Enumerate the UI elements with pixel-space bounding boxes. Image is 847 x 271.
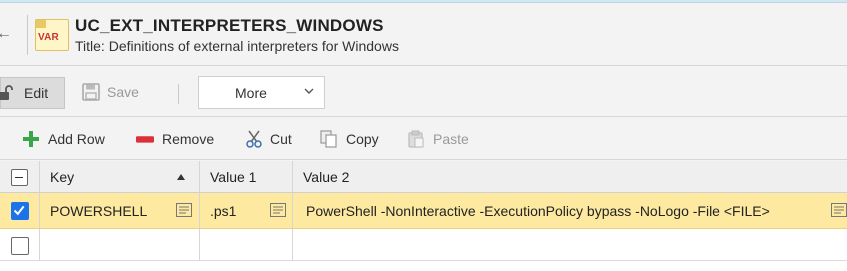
variable-table: Key Value 1 Value 2 POWERSHELL .ps1 Powe…: [0, 161, 847, 271]
table-row[interactable]: POWERSHELL .ps1 PowerShell -NonInteracti…: [0, 193, 847, 229]
cut-label: Cut: [270, 131, 292, 147]
save-button[interactable]: Save: [80, 77, 160, 109]
value1-cell[interactable]: [200, 229, 293, 260]
table-header-row: Key Value 1 Value 2: [0, 161, 847, 193]
row-select-cell: [0, 229, 40, 260]
sort-ascending-icon: [177, 174, 185, 180]
value2-cell[interactable]: [293, 229, 847, 260]
header-select-cell: [0, 161, 40, 192]
header-divider: [27, 15, 28, 55]
arrow-left-icon[interactable]: ←: [0, 25, 12, 43]
edit-button[interactable]: Edit: [0, 77, 65, 109]
text-editor-icon[interactable]: [176, 203, 192, 217]
row-toolbar: Add Row Remove Cut Copy Paste: [0, 118, 847, 160]
row-checkbox[interactable]: [11, 202, 29, 220]
checkmark-icon: [13, 205, 25, 216]
remove-label: Remove: [162, 131, 215, 147]
variable-icon-label: VAR: [38, 32, 59, 43]
key-cell[interactable]: [40, 229, 200, 260]
save-label: Save: [107, 84, 139, 100]
add-row-label: Add Row: [48, 131, 105, 147]
paste-label: Paste: [433, 131, 469, 147]
column-header-value1[interactable]: Value 1: [200, 161, 293, 192]
row-checkbox[interactable]: [11, 237, 29, 255]
paste-button[interactable]: Paste: [407, 130, 473, 150]
object-header: ← VAR UC_EXT_INTERPRETERS_WINDOWS Title:…: [0, 3, 847, 66]
column-header-value2-label: Value 2: [303, 169, 350, 185]
more-dropdown[interactable]: More: [198, 76, 325, 109]
minus-icon: [136, 136, 154, 143]
value2-value: PowerShell -NonInteractive -ExecutionPol…: [306, 203, 770, 219]
plus-icon: [23, 131, 39, 147]
select-all-checkbox[interactable]: [11, 169, 28, 186]
unlock-icon: [0, 85, 13, 100]
more-label: More: [235, 85, 267, 101]
column-header-value1-label: Value 1: [210, 169, 257, 185]
chevron-down-icon: [304, 88, 314, 94]
add-row-button[interactable]: Add Row: [22, 130, 112, 150]
scissors-icon: [246, 130, 262, 148]
copy-label: Copy: [346, 131, 379, 147]
text-editor-icon[interactable]: [831, 203, 847, 217]
remove-button[interactable]: Remove: [136, 130, 220, 150]
object-title: Title: Definitions of external interpret…: [75, 38, 399, 54]
value1-cell[interactable]: .ps1: [200, 193, 293, 228]
value1-value: .ps1: [210, 203, 237, 219]
edit-label: Edit: [24, 85, 49, 101]
save-icon: [82, 83, 100, 101]
key-value: POWERSHELL: [50, 203, 148, 219]
value2-cell[interactable]: PowerShell -NonInteractive -ExecutionPol…: [293, 193, 847, 228]
object-name: UC_EXT_INTERPRETERS_WINDOWS: [75, 16, 384, 35]
copy-button[interactable]: Copy: [320, 130, 384, 150]
text-editor-icon[interactable]: [270, 203, 286, 217]
main-toolbar: Edit Save More: [0, 67, 847, 117]
key-cell[interactable]: POWERSHELL: [40, 193, 200, 228]
column-header-value2[interactable]: Value 2: [293, 161, 847, 192]
row-select-cell: [0, 193, 40, 228]
clipboard-icon: [408, 130, 424, 148]
toolbar-divider: [178, 84, 179, 104]
variable-object-icon: VAR: [35, 19, 69, 51]
copy-icon: [320, 130, 337, 148]
cut-button[interactable]: Cut: [245, 130, 297, 150]
column-header-key-label: Key: [50, 169, 75, 185]
column-header-key[interactable]: Key: [40, 161, 200, 192]
table-row[interactable]: [0, 229, 847, 261]
